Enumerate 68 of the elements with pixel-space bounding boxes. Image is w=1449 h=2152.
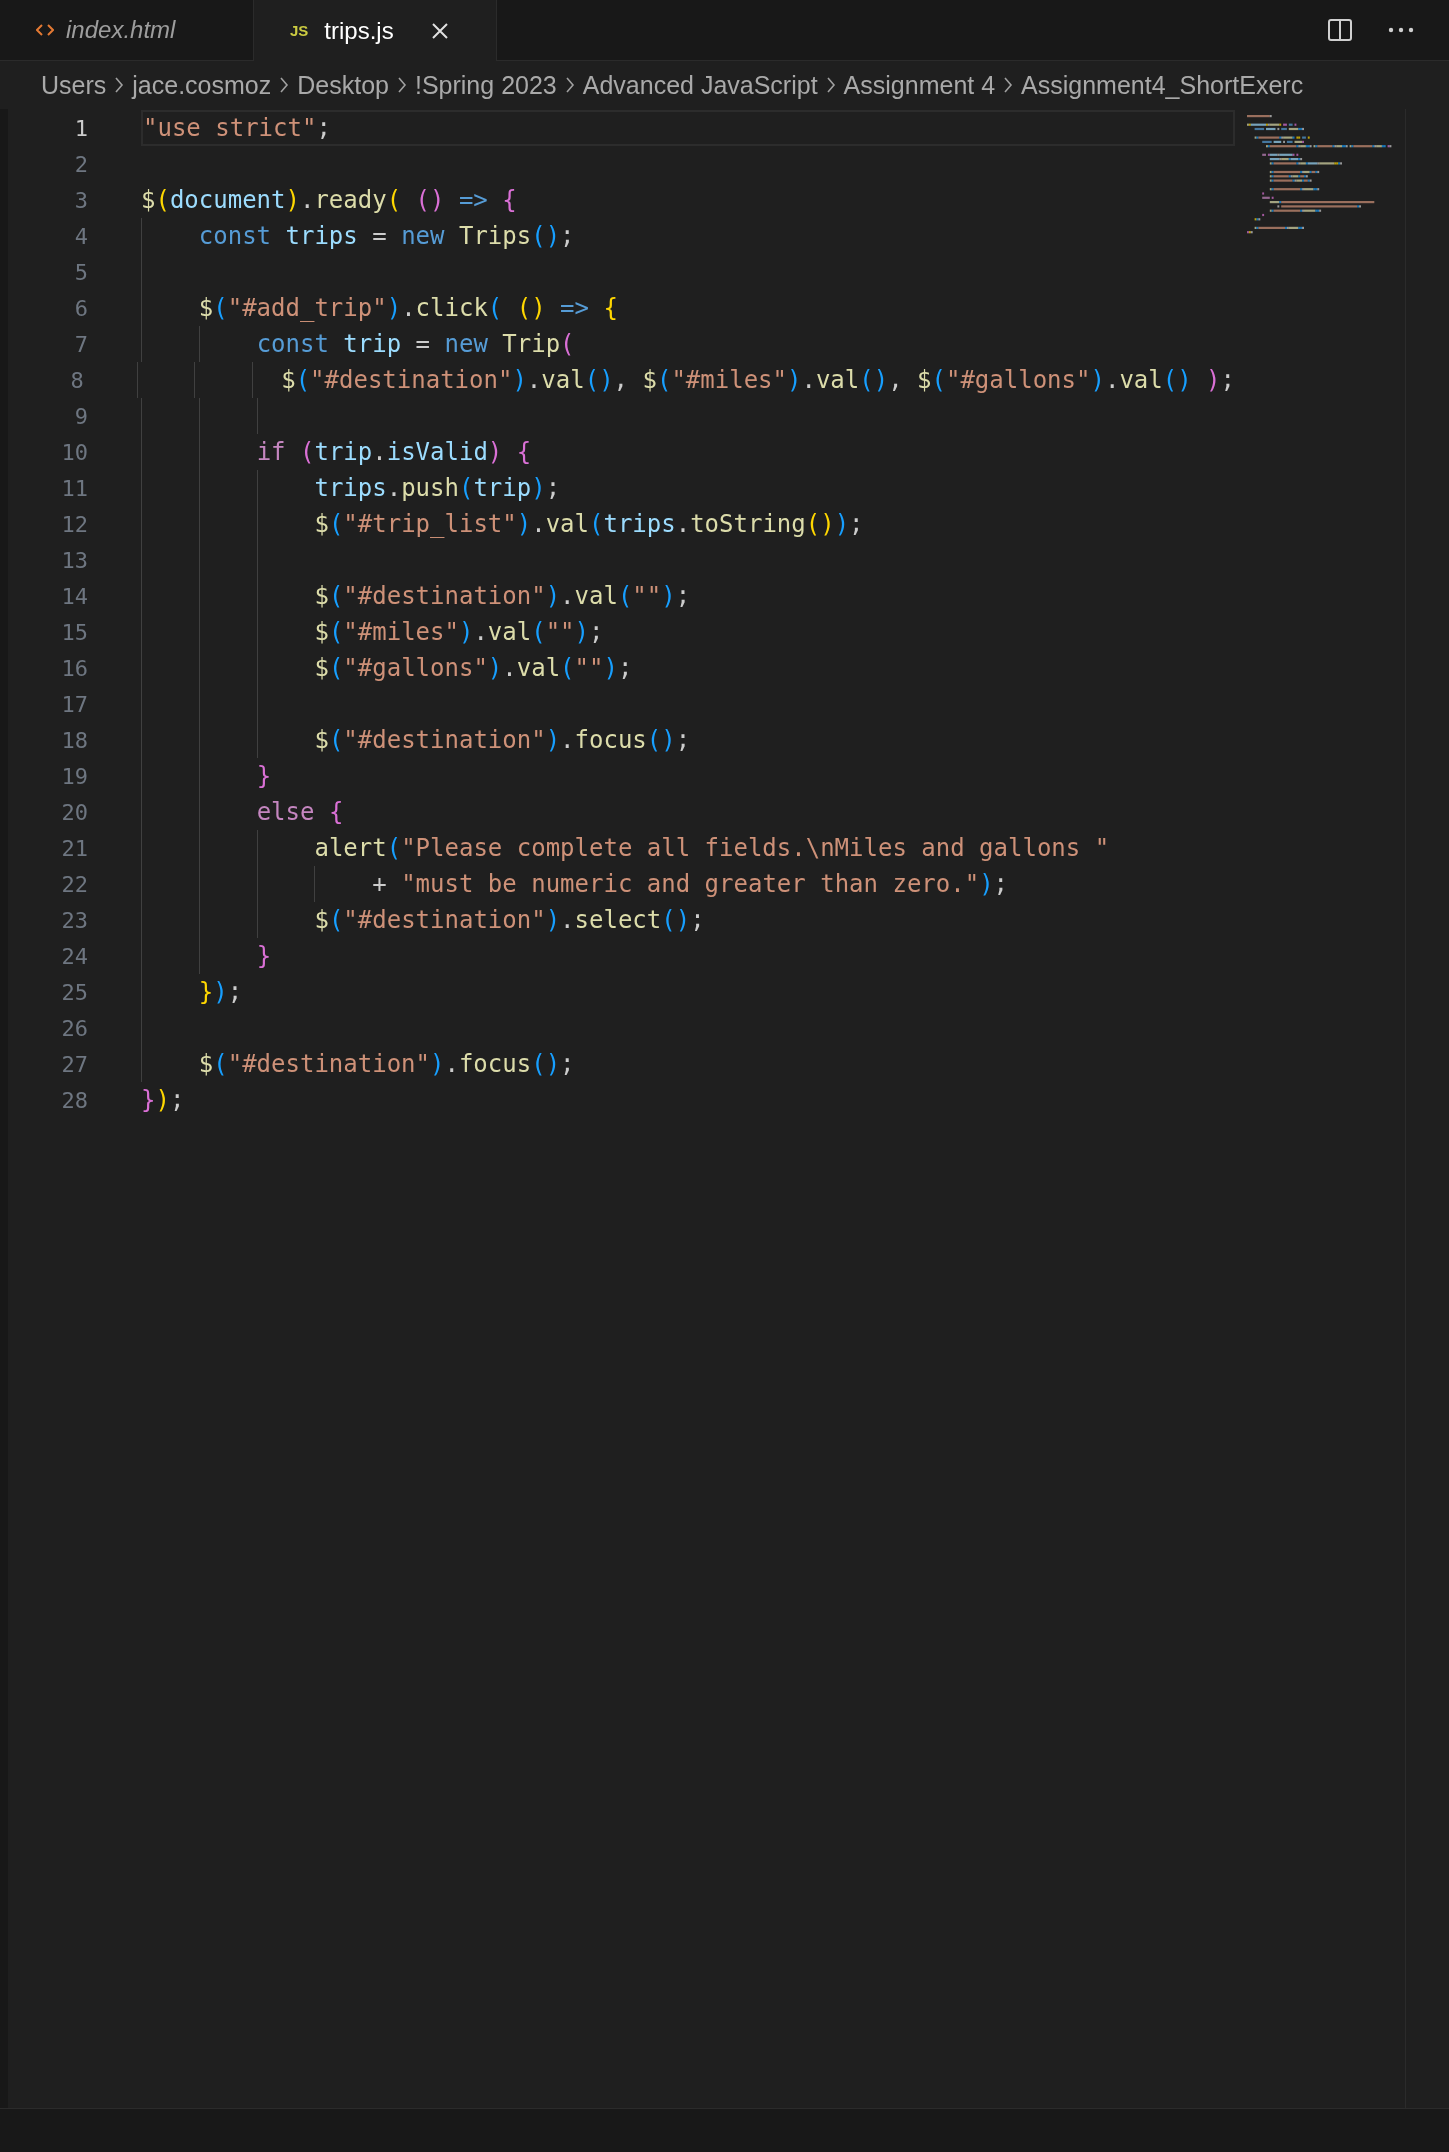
code-line: $("#destination").focus(); [197,1050,575,1078]
code-line: } [255,942,272,970]
line-number: 10 [60,439,88,465]
code-line: alert("Please complete all fields.\nMiles and gallons " [313,834,1110,862]
code-line: $("#add_trip").click( () => { [197,294,618,322]
split-editor-icon[interactable] [1327,17,1353,43]
breadcrumb-item[interactable]: Desktop [297,70,389,100]
chevron-icon [564,76,575,94]
code-line: }); [197,978,243,1006]
line-number: 11 [60,475,88,501]
code-line: } [255,762,272,790]
code-line: $("#destination").select(); [313,906,705,934]
editor-tab[interactable]: JS trips.js [254,0,497,61]
line-number: 28 [60,1087,88,1113]
line-number: 7 [73,331,88,357]
line-number: 13 [60,547,88,573]
line-number: 26 [60,1015,88,1041]
line-number: 18 [60,727,88,753]
code-line: $("#gallons").val(""); [313,654,633,682]
line-number: 27 [60,1051,88,1077]
breadcrumb-item[interactable]: Users [41,70,107,100]
code-line: $("#trip_list").val(trips.toString()); [313,510,864,538]
code-line: $("#destination").val(), $("#miles").val(), $("#gallons").val() ); [280,366,1235,394]
line-number: 2 [73,151,88,177]
line-number: 3 [73,187,88,213]
line-number: 22 [60,871,88,897]
breadcrumb-item[interactable]: Assignment4_ShortExerc [1021,70,1304,100]
line-number: 5 [73,259,88,285]
code-line: if (trip.isValid) { [255,438,532,466]
code-line: $("#destination").val(""); [313,582,691,610]
code-line: $(document).ready( () => { [141,186,517,214]
code-line: trips.push(trip); [313,474,561,502]
line-number: 16 [60,655,88,681]
line-number: 21 [60,835,88,861]
code-line: else { [255,798,344,826]
line-number: 17 [60,691,88,717]
code-line: const trip = new Trip( [255,330,575,358]
code-line: $("#miles").val(""); [313,618,604,646]
chevron-icon [114,76,125,94]
breadcrumb-item[interactable]: Assignment 4 [843,70,996,100]
line-number: 15 [60,619,88,645]
line-number: 9 [73,403,88,429]
breadcrumb-item[interactable]: Advanced JavaScript [582,70,818,100]
close-icon[interactable] [429,20,450,41]
line-number: 23 [60,907,88,933]
line-number: 12 [60,511,88,537]
code-line: const trips = new Trips(); [197,222,575,250]
code-icon [36,23,54,37]
line-number: 14 [60,583,88,609]
line-number: 24 [60,943,88,969]
code-line: }); [141,1086,185,1114]
line-number: 25 [60,979,88,1005]
code-line: "use strict"; [143,114,331,142]
code-line: + "must be numeric and greater than zero."); [371,870,1009,898]
code-line: $("#destination").focus(); [313,726,691,754]
breadcrumb-item[interactable]: jace.cosmoz [132,70,272,100]
line-number: 1 [73,115,88,141]
chevron-icon [396,76,407,94]
chevron-icon [825,76,836,94]
chevron-icon [1003,76,1014,94]
more-icon[interactable] [1387,26,1415,34]
breadcrumb-item[interactable]: !Spring 2023 [414,70,557,100]
line-number: 8 [69,367,84,393]
chevron-icon [279,76,290,94]
line-number: 19 [60,763,88,789]
line-number: 20 [60,799,88,825]
line-number: 4 [73,223,88,249]
line-number: 6 [73,295,88,321]
